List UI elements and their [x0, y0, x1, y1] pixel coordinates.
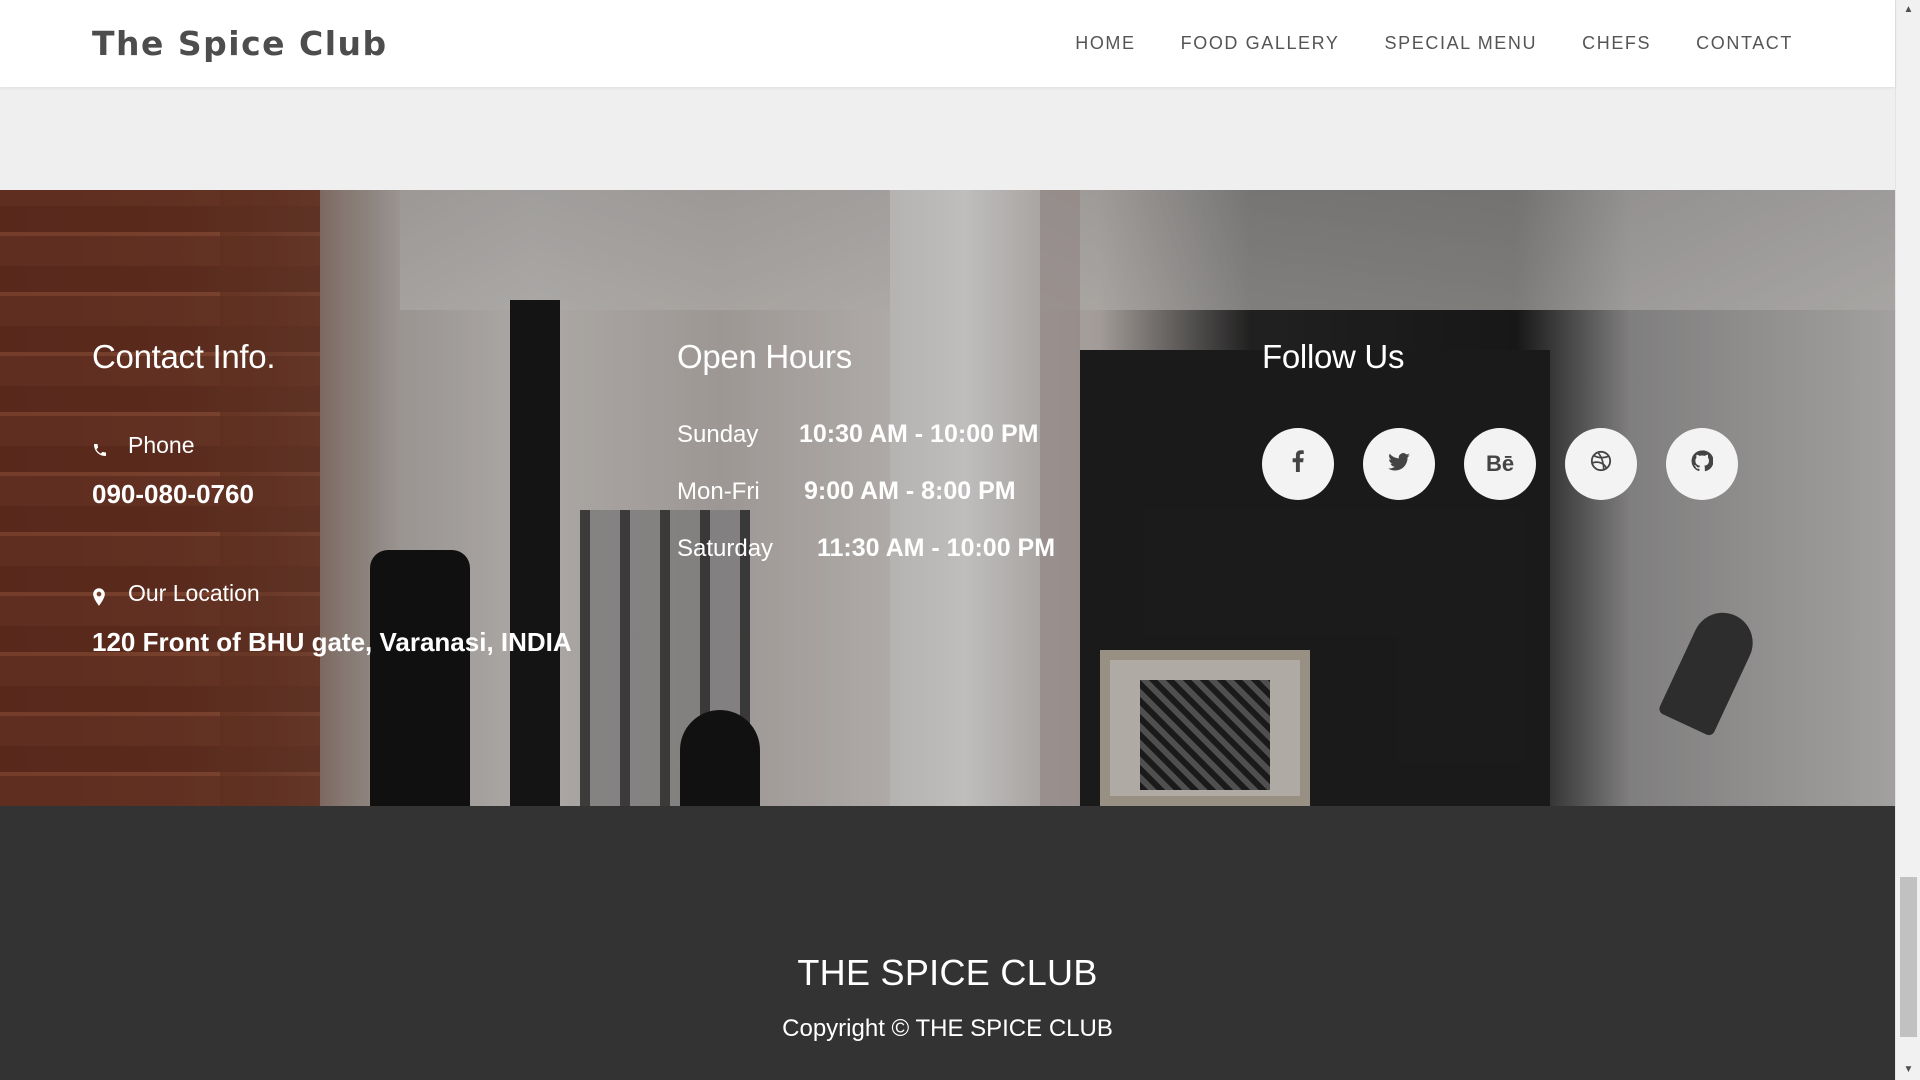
github-button[interactable]: [1666, 428, 1738, 500]
scroll-up-arrow-icon[interactable]: ▲: [1896, 0, 1920, 20]
contact-info-column: Contact Info. Phone 090-080-0760 Our Loc…: [92, 338, 572, 658]
phone-number[interactable]: 090-080-0760: [92, 479, 572, 510]
location-pin-icon: [92, 585, 110, 606]
hours-day: Saturday: [677, 534, 774, 562]
nav-link-food-gallery[interactable]: FOOD GALLERY: [1181, 33, 1340, 54]
nav-link-chefs[interactable]: CHEFS: [1582, 33, 1651, 54]
location-label: Our Location: [128, 580, 260, 606]
github-icon: [1691, 450, 1714, 478]
hours-row-sunday: Sunday 10:30 AM - 10:00 PM: [677, 406, 1055, 463]
twitter-icon: [1388, 451, 1410, 477]
behance-icon: Bē: [1485, 451, 1515, 476]
hours-heading: Open Hours: [677, 338, 852, 375]
scrollbar-thumb[interactable]: [1900, 877, 1917, 1037]
phone-label-row: Phone: [92, 432, 572, 459]
hours-row-mon-fri: Mon-Fri 9:00 AM - 8:00 PM: [677, 463, 1055, 520]
nav-link-special-menu[interactable]: SPECIAL MENU: [1385, 33, 1538, 54]
phone-label: Phone: [128, 432, 195, 458]
nav-link-contact[interactable]: CONTACT: [1696, 33, 1793, 54]
footer-copyright: Copyright © THE SPICE CLUB: [782, 1015, 1113, 1042]
contact-heading: Contact Info.: [92, 338, 276, 375]
site-footer: THE SPICE CLUB Copyright © THE SPICE CLU…: [0, 806, 1895, 1080]
main-nav: HOME FOOD GALLERY SPECIAL MENU CHEFS CON…: [1075, 33, 1793, 54]
contact-section: Contact Info. Phone 090-080-0760 Our Loc…: [0, 190, 1895, 806]
hours-time: 11:30 AM - 10:00 PM: [817, 534, 1056, 562]
dribbble-icon: [1590, 450, 1612, 478]
hours-day: Sunday: [677, 420, 759, 448]
social-links: Bē: [1262, 428, 1738, 500]
nav-link-home[interactable]: HOME: [1075, 33, 1135, 54]
navbar: The Spice Club HOME FOOD GALLERY SPECIAL…: [0, 0, 1895, 87]
phone-icon: [92, 437, 110, 456]
location-address: 120 Front of BHU gate, Varanasi, INDIA: [92, 627, 572, 657]
open-hours-column: Open Hours Sunday 10:30 AM - 10:00 PM Mo…: [677, 338, 1055, 577]
location-label-row: Our Location: [92, 580, 572, 607]
hours-time: 10:30 AM - 10:00 PM: [799, 420, 1039, 448]
follow-us-column: Follow Us Bē: [1262, 338, 1738, 500]
facebook-button[interactable]: [1262, 428, 1334, 500]
dribbble-button[interactable]: [1565, 428, 1637, 500]
hours-day: Mon-Fri: [677, 477, 760, 505]
hours-row-saturday: Saturday 11:30 AM - 10:00 PM: [677, 520, 1055, 577]
behance-button[interactable]: Bē: [1464, 428, 1536, 500]
twitter-button[interactable]: [1363, 428, 1435, 500]
follow-heading: Follow Us: [1262, 338, 1405, 375]
facebook-icon: [1291, 450, 1305, 478]
scroll-down-arrow-icon[interactable]: ▼: [1896, 1060, 1920, 1080]
info-columns: Contact Info. Phone 090-080-0760 Our Loc…: [0, 190, 1895, 806]
hours-time: 9:00 AM - 8:00 PM: [804, 477, 1016, 505]
footer-title: THE SPICE CLUB: [797, 952, 1098, 993]
page-scrollbar[interactable]: ▲ ▼: [1895, 0, 1920, 1080]
brand-logo[interactable]: The Spice Club: [92, 24, 388, 63]
